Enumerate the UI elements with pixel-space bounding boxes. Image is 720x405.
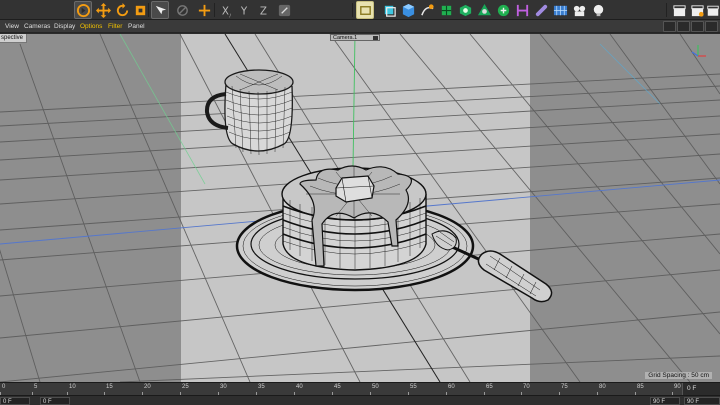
camera-icon[interactable] (532, 1, 550, 19)
pan-icon[interactable] (663, 21, 676, 32)
rotate-icon[interactable] (113, 1, 131, 19)
camera-name: Camera.1 (333, 35, 358, 41)
svg-text:Y: Y (239, 5, 247, 17)
menu-filter[interactable]: Filter (108, 20, 122, 33)
orbit-icon[interactable] (691, 21, 704, 32)
menu-view[interactable]: View (5, 20, 19, 33)
scene-canvas[interactable] (0, 34, 720, 382)
svg-text:∕: ∕ (229, 13, 231, 18)
zoom-icon[interactable] (677, 21, 690, 32)
clapper-settings-icon[interactable] (706, 1, 720, 19)
field-icon[interactable] (513, 1, 531, 19)
menu-cameras[interactable]: Cameras (24, 20, 50, 33)
live-selection-icon[interactable] (74, 1, 92, 19)
model-icon[interactable] (173, 1, 191, 19)
viewport-nav-icons (663, 21, 718, 32)
view-name-label: spective (0, 34, 28, 43)
timeline-current-frame[interactable]: 0 F (682, 383, 720, 395)
grid-spacing-label: Grid Spacing : 50 cm (645, 372, 712, 379)
menu-options[interactable]: Options (80, 20, 102, 33)
scene-icon[interactable] (494, 1, 512, 19)
preview-end-field[interactable]: 90 F (650, 397, 680, 405)
coordinate-system-icon[interactable] (275, 1, 293, 19)
scale-icon[interactable] (131, 1, 149, 19)
current-frame-field[interactable]: 0 F (0, 397, 30, 405)
render-view-icon[interactable] (380, 1, 398, 19)
light-icon[interactable] (551, 1, 569, 19)
maximize-icon[interactable] (705, 21, 718, 32)
y-axis-lock-icon[interactable]: Y (237, 1, 255, 19)
main-toolbar: X ∕ Y Z (0, 0, 720, 20)
pancake-stack-mesh (281, 165, 427, 271)
z-axis-lock-icon[interactable]: Z (256, 1, 274, 19)
menu-panel[interactable]: Panel (128, 20, 145, 33)
x-axis-lock-icon[interactable]: X ∕ (218, 1, 236, 19)
deformer-icon[interactable] (475, 1, 493, 19)
cloner-icon[interactable] (456, 1, 474, 19)
move-icon[interactable] (94, 1, 112, 19)
start-frame-field[interactable]: 0 F (40, 397, 70, 405)
clapper-icon[interactable] (670, 1, 688, 19)
end-frame-field[interactable]: 90 F (684, 397, 720, 405)
world-axis-icon[interactable] (195, 1, 213, 19)
frame-range-bar: 0 F 0 F 90 F 90 F (0, 395, 720, 405)
clapper-edit-icon[interactable] (688, 1, 706, 19)
render-region-icon[interactable] (356, 1, 374, 19)
cube-icon[interactable] (399, 1, 417, 19)
menu-display[interactable]: Display (54, 20, 75, 33)
subdivision-icon[interactable] (437, 1, 455, 19)
perspective-viewport[interactable]: spective Camera.1 Grid Spacing : 50 cm (0, 34, 720, 382)
select-group-icon[interactable] (151, 1, 169, 19)
viewport-menu-bar: View Cameras Display Options Filter Pane… (0, 20, 720, 33)
render-settings-icon[interactable] (589, 1, 607, 19)
axis-gizmo-icon (691, 45, 706, 57)
render-picture-icon[interactable] (570, 1, 588, 19)
camera-label[interactable]: Camera.1 (330, 34, 380, 41)
svg-text:X: X (221, 5, 228, 17)
camera-dropdown-icon[interactable] (373, 36, 378, 40)
spline-pen-icon[interactable] (418, 1, 436, 19)
svg-text:Z: Z (259, 5, 266, 17)
timeline-ruler[interactable]: 0 5 10 15 20 25 30 35 40 45 50 55 60 65 … (0, 382, 720, 396)
